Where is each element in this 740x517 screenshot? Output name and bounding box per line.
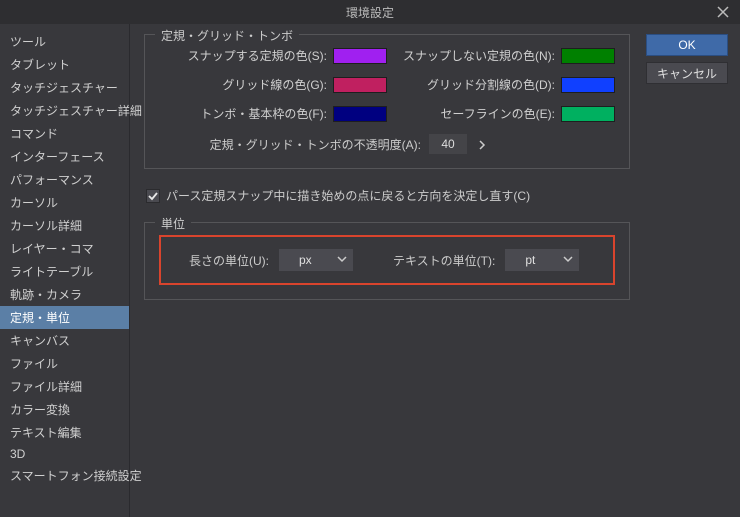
sidebar-item[interactable]: カーソル bbox=[0, 191, 129, 214]
sidebar-item[interactable]: テキスト編集 bbox=[0, 421, 129, 444]
window-title: 環境設定 bbox=[346, 4, 394, 21]
sidebar-item[interactable]: コマンド bbox=[0, 122, 129, 145]
sidebar-item[interactable]: ファイル bbox=[0, 352, 129, 375]
sidebar-item[interactable]: インターフェース bbox=[0, 145, 129, 168]
sidebar-item[interactable]: パフォーマンス bbox=[0, 168, 129, 191]
length-unit-label: 長さの単位(U): bbox=[189, 252, 269, 269]
opacity-label: 定規・グリッド・トンボの不透明度(A): bbox=[159, 136, 429, 153]
grid-div-color-swatch[interactable] bbox=[561, 77, 615, 93]
titlebar: 環境設定 bbox=[0, 0, 740, 24]
opacity-input[interactable] bbox=[429, 134, 467, 154]
sidebar-item[interactable]: ツール bbox=[0, 30, 129, 53]
opacity-slider-button[interactable] bbox=[477, 139, 487, 149]
grid-line-color-label: グリッド線の色(G): bbox=[159, 76, 333, 93]
group-ruler-grid: 定規・グリッド・トンボ スナップする定規の色(S): スナップしない定規の色(N… bbox=[144, 34, 630, 169]
main-panel: OK キャンセル 定規・グリッド・トンボ スナップする定規の色(S): スナップ… bbox=[130, 24, 740, 517]
grid-line-color-swatch[interactable] bbox=[333, 77, 387, 93]
snap-ruler-color-label: スナップする定規の色(S): bbox=[159, 47, 333, 64]
nosnap-ruler-color-swatch[interactable] bbox=[561, 48, 615, 64]
snap-ruler-color-swatch[interactable] bbox=[333, 48, 387, 64]
safeline-color-swatch[interactable] bbox=[561, 106, 615, 122]
tombo-color-swatch[interactable] bbox=[333, 106, 387, 122]
chevron-down-icon bbox=[563, 254, 573, 264]
length-unit-select[interactable]: px bbox=[279, 249, 353, 271]
sidebar-item[interactable]: キャンバス bbox=[0, 329, 129, 352]
text-unit-label: テキストの単位(T): bbox=[393, 252, 495, 269]
close-icon bbox=[717, 6, 729, 18]
cancel-button[interactable]: キャンセル bbox=[646, 62, 728, 84]
group-unit: 単位 長さの単位(U): px テキストの単位(T): pt bbox=[144, 222, 630, 300]
group-unit-legend: 単位 bbox=[155, 215, 191, 232]
length-unit-value: px bbox=[299, 253, 312, 267]
sidebar-item[interactable]: タブレット bbox=[0, 53, 129, 76]
text-unit-select[interactable]: pt bbox=[505, 249, 579, 271]
tombo-color-label: トンボ・基本枠の色(F): bbox=[159, 105, 333, 122]
sidebar-item[interactable]: カーソル詳細 bbox=[0, 214, 129, 237]
group-ruler-grid-legend: 定規・グリッド・トンボ bbox=[155, 27, 299, 44]
text-unit-value: pt bbox=[525, 253, 535, 267]
sidebar-item[interactable]: スマートフォン接続設定 bbox=[0, 464, 129, 487]
sidebar-item[interactable]: タッチジェスチャー詳細 bbox=[0, 99, 129, 122]
sidebar-item[interactable]: ファイル詳細 bbox=[0, 375, 129, 398]
close-button[interactable] bbox=[706, 0, 740, 24]
sidebar: ツールタブレットタッチジェスチャータッチジェスチャー詳細コマンドインターフェース… bbox=[0, 24, 130, 517]
ok-button[interactable]: OK bbox=[646, 34, 728, 56]
perspective-snap-checkbox-row[interactable]: パース定規スナップ中に描き始めの点に戻ると方向を決定し直す(C) bbox=[144, 187, 630, 204]
perspective-snap-checkbox[interactable] bbox=[146, 189, 160, 203]
nosnap-ruler-color-label: スナップしない定規の色(N): bbox=[387, 47, 561, 64]
sidebar-item[interactable]: 3D bbox=[0, 444, 129, 464]
chevron-right-icon bbox=[477, 140, 487, 150]
sidebar-item[interactable]: 軌跡・カメラ bbox=[0, 283, 129, 306]
grid-div-color-label: グリッド分割線の色(D): bbox=[387, 76, 561, 93]
sidebar-item[interactable]: 定規・単位 bbox=[0, 306, 129, 329]
sidebar-item[interactable]: タッチジェスチャー bbox=[0, 76, 129, 99]
sidebar-item[interactable]: レイヤー・コマ bbox=[0, 237, 129, 260]
safeline-color-label: セーフラインの色(E): bbox=[387, 105, 561, 122]
unit-highlight-box: 長さの単位(U): px テキストの単位(T): pt bbox=[159, 235, 615, 285]
check-icon bbox=[148, 191, 158, 201]
perspective-snap-checkbox-label: パース定規スナップ中に描き始めの点に戻ると方向を決定し直す(C) bbox=[166, 187, 530, 204]
chevron-down-icon bbox=[337, 254, 347, 264]
sidebar-item[interactable]: カラー変換 bbox=[0, 398, 129, 421]
sidebar-item[interactable]: ライトテーブル bbox=[0, 260, 129, 283]
